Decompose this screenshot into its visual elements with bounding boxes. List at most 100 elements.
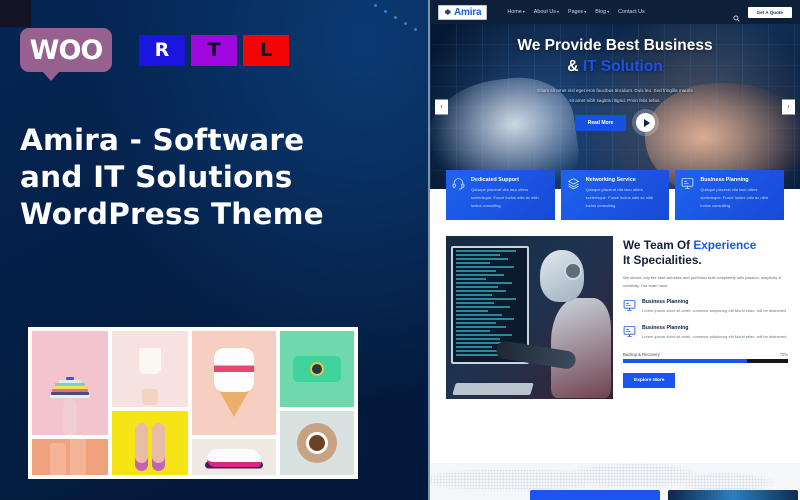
nav-item-blog[interactable]: Blog▾ bbox=[595, 9, 609, 15]
corner-accent bbox=[0, 0, 31, 27]
monitor-icon bbox=[623, 299, 637, 317]
keyboard-shape bbox=[452, 382, 534, 395]
rtl-letter-t: T bbox=[191, 34, 237, 66]
chevron-down-icon: ▾ bbox=[556, 9, 559, 14]
shoe-shape bbox=[207, 448, 262, 467]
arm-shape bbox=[63, 398, 77, 435]
site-logo[interactable]: Amira bbox=[438, 4, 488, 20]
cake-stack bbox=[47, 376, 93, 398]
slider-prev-button[interactable]: ‹ bbox=[435, 99, 448, 114]
monitor-icon bbox=[681, 177, 695, 211]
headline-line-1: Amira - Software bbox=[20, 123, 305, 157]
progress-bar-labels: Backup & Recovery 75% bbox=[623, 352, 788, 357]
hero-content: We Provide Best Business & IT Solution E… bbox=[430, 36, 800, 133]
progress-value: 75% bbox=[779, 351, 788, 357]
gallery-item-hand-holding-cup bbox=[112, 331, 189, 408]
feature-title: Business Planning bbox=[642, 324, 689, 331]
monitor-icon bbox=[623, 325, 637, 343]
service-text: Quisque placerat vita lacu utters sceler… bbox=[700, 187, 768, 209]
hero-paragraph: Etiam sit amet nisl eget eros faucibus t… bbox=[537, 87, 693, 103]
feature-text: Lorem ipsum dolor sit amet, consecte adi… bbox=[642, 333, 787, 339]
bottom-card-image[interactable] bbox=[668, 490, 798, 500]
service-card-networking-service[interactable]: Networking Service Quisque placerat vita… bbox=[560, 170, 670, 220]
service-title: Business Planning bbox=[700, 177, 749, 183]
team-heading-line-2: It Specialities. bbox=[623, 252, 702, 267]
woocommerce-badge: WOO bbox=[20, 28, 112, 81]
gallery-item-sprinkle-ice-cream bbox=[192, 331, 277, 435]
nav-item-pages[interactable]: Pages▾ bbox=[568, 9, 586, 15]
robot-at-computer-image bbox=[446, 235, 613, 399]
service-card-business-planning[interactable]: Business Planning Quisque placerat vita … bbox=[675, 170, 785, 220]
slider-next-button[interactable]: › bbox=[782, 99, 795, 114]
feature-item: Business Planning Lorem ipsum dolor sit … bbox=[623, 299, 788, 317]
camera-lens bbox=[310, 362, 325, 377]
gallery-item-coffee-cup-top-view bbox=[280, 411, 354, 475]
progress-label: Backup & Recovery bbox=[623, 351, 660, 357]
headset-icon bbox=[452, 177, 466, 211]
hands-shape bbox=[135, 423, 166, 471]
logo-text: Amira bbox=[454, 6, 482, 18]
gallery-item-running-sneaker bbox=[192, 438, 277, 475]
explore-more-button[interactable]: Explore More bbox=[623, 372, 676, 388]
hero-title-accent: IT Solution bbox=[582, 57, 663, 75]
service-title: Networking Service bbox=[585, 177, 636, 183]
team-paragraph: We shows only the best websites and port… bbox=[623, 274, 781, 289]
promo-headline: Amira - Software and IT Solutions WordPr… bbox=[20, 122, 410, 233]
woocommerce-label: WOO bbox=[29, 34, 104, 66]
service-title: Dedicated Support bbox=[471, 177, 519, 183]
team-content: We Team Of Experience It Specialities. W… bbox=[623, 236, 788, 399]
search-icon[interactable] bbox=[732, 9, 740, 22]
hero-title-line-2: & IT Solution bbox=[430, 57, 800, 78]
headline-line-3: WordPress Theme bbox=[20, 197, 324, 232]
get-a-quote-button[interactable]: Get A Quote bbox=[747, 6, 792, 18]
hand-shape bbox=[142, 389, 159, 406]
icecream-shape bbox=[214, 347, 255, 392]
gallery-item-layered-cake-on-hand bbox=[32, 331, 109, 435]
bottom-card-blue[interactable] bbox=[530, 490, 660, 500]
nav-item-home[interactable]: Home▾ bbox=[507, 9, 524, 15]
website-preview: Amira Home▾ About Us▾ Pages▾ Blog▾ Conta… bbox=[428, 0, 800, 500]
hero-slider: ‹ › We Provide Best Business & IT Soluti… bbox=[430, 24, 800, 189]
gallery-item-painted-hands bbox=[112, 411, 189, 475]
nav-label: Home bbox=[507, 9, 522, 15]
header-actions: Get A Quote bbox=[732, 6, 792, 22]
play-icon[interactable] bbox=[636, 113, 656, 133]
bottom-cards bbox=[530, 490, 798, 500]
gallery-item-retro-camera bbox=[280, 331, 354, 408]
bottle-shape bbox=[70, 438, 86, 475]
feature-body: Business Planning Lorem ipsum dolor sit … bbox=[642, 299, 786, 317]
nav-item-contact-us[interactable]: Contact Us bbox=[618, 9, 645, 15]
robot-eye bbox=[564, 261, 582, 280]
hero-title-plain: & bbox=[567, 57, 583, 75]
gear-icon bbox=[442, 7, 452, 17]
cup-shape bbox=[139, 347, 162, 374]
service-cards: Dedicated Support Quisque placerat vita … bbox=[430, 170, 800, 220]
nav-label: Pages bbox=[567, 9, 584, 15]
progress-bar-group: Backup & Recovery 75% bbox=[623, 352, 788, 363]
dot-decoration bbox=[368, 0, 428, 60]
service-card-dedicated-support[interactable]: Dedicated Support Quisque placerat vita … bbox=[446, 170, 555, 220]
main-nav: Home▾ About Us▾ Pages▾ Blog▾ Contact Us bbox=[507, 9, 644, 15]
feature-body: Business Planning Lorem ipsum dolor sit … bbox=[642, 325, 786, 343]
progress-fill bbox=[623, 358, 747, 363]
layers-icon bbox=[567, 177, 581, 211]
chevron-down-icon: ▾ bbox=[584, 9, 587, 14]
feature-item: Business Planning Lorem ipsum dolor sit … bbox=[623, 325, 788, 343]
team-heading-plain: We Team Of bbox=[623, 237, 694, 252]
rtl-letter-r: R bbox=[139, 34, 185, 66]
hero-title-line-1: We Provide Best Business bbox=[517, 37, 713, 54]
nav-item-about-us[interactable]: About Us▾ bbox=[534, 9, 559, 15]
coffee-shape bbox=[306, 432, 329, 455]
nav-label: Contact Us bbox=[618, 9, 645, 15]
image-gallery bbox=[32, 331, 354, 475]
progress-track bbox=[623, 358, 788, 363]
service-card-body: Networking Service Quisque placerat vita… bbox=[586, 177, 664, 211]
headline-line-2: and IT Solutions bbox=[20, 160, 293, 195]
bottle-shape bbox=[50, 443, 67, 475]
read-more-button[interactable]: Read More bbox=[574, 114, 627, 131]
bottom-map-section bbox=[430, 463, 800, 500]
chevron-down-icon: ▾ bbox=[607, 9, 610, 14]
badge-row: WOO R T L bbox=[20, 28, 289, 81]
service-card-body: Dedicated Support Quisque placerat vita … bbox=[471, 177, 549, 211]
dotted-world-map bbox=[430, 463, 800, 491]
